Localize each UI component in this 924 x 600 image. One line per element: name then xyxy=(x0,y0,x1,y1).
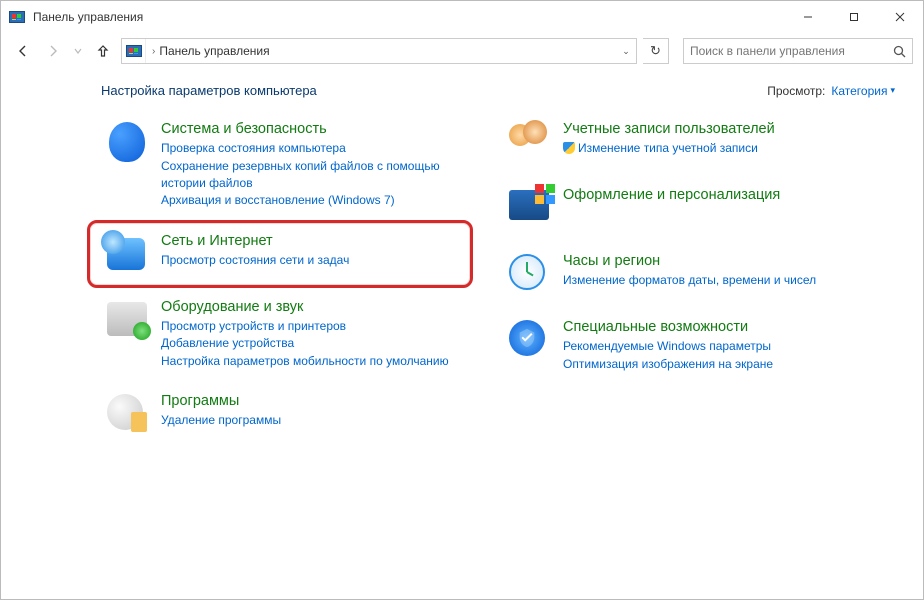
view-by-label: Просмотр: xyxy=(767,84,825,98)
category-link[interactable]: Просмотр состояния сети и задач xyxy=(161,252,349,269)
category-title[interactable]: Учетные записи пользователей xyxy=(563,120,775,138)
category-title[interactable]: Система и безопасность xyxy=(161,120,487,138)
category-text: Учетные записи пользователей Изменение ти… xyxy=(563,120,775,164)
category-right-3: Специальные возможности Рекомендуемые Win… xyxy=(503,314,895,377)
category-left-1: Сеть и Интернет Просмотр состояния сети и… xyxy=(101,228,493,280)
search-input[interactable] xyxy=(684,44,886,58)
forward-button[interactable] xyxy=(41,39,65,63)
category-link[interactable]: Проверка состояния компьютера xyxy=(161,140,487,157)
category-text: Часы и регион Изменение форматов даты, вр… xyxy=(563,252,816,296)
window: Панель управления xyxy=(0,0,924,600)
category-left-3: Программы Удаление программы xyxy=(101,388,493,440)
category-right-0: Учетные записи пользователей Изменение ти… xyxy=(503,116,895,168)
page-heading: Настройка параметров компьютера xyxy=(101,83,767,98)
category-link[interactable]: Сохранение резервных копий файлов с помо… xyxy=(161,158,487,193)
address-dropdown[interactable]: ⌄ xyxy=(616,46,636,57)
refresh-button[interactable]: ↻ xyxy=(643,38,669,64)
category-right-1: Оформление и персонализация xyxy=(503,182,895,234)
address-icon xyxy=(122,39,146,63)
minimize-button[interactable] xyxy=(785,1,831,33)
category-link[interactable]: Оптимизация изображения на экране xyxy=(563,356,773,373)
right-column: Учетные записи пользователей Изменение ти… xyxy=(503,116,895,454)
category-right-2: Часы и регион Изменение форматов даты, вр… xyxy=(503,248,895,300)
maximize-button[interactable] xyxy=(831,1,877,33)
breadcrumb-root[interactable]: Панель управления xyxy=(159,44,269,58)
window-title: Панель управления xyxy=(33,10,785,24)
toolbar: › Панель управления ⌄ ↻ xyxy=(1,33,923,69)
back-button[interactable] xyxy=(11,39,35,63)
category-link[interactable]: Изменение форматов даты, времени и чисел xyxy=(563,272,816,289)
address-bar[interactable]: › Панель управления ⌄ xyxy=(121,38,637,64)
net-icon[interactable] xyxy=(107,232,151,276)
category-title[interactable]: Специальные возможности xyxy=(563,318,773,336)
category-link[interactable]: Изменение типа учетной записи xyxy=(563,140,775,157)
category-title[interactable]: Часы и регион xyxy=(563,252,816,270)
titlebar: Панель управления xyxy=(1,1,923,33)
clock-icon[interactable] xyxy=(509,252,553,296)
category-left-2: Оборудование и звук Просмотр устройств и … xyxy=(101,294,493,374)
category-text: Система и безопасность Проверка состояния… xyxy=(161,120,487,210)
users-icon[interactable] xyxy=(509,120,553,164)
breadcrumb[interactable]: › Панель управления xyxy=(146,44,616,58)
category-title[interactable]: Сеть и Интернет xyxy=(161,232,349,250)
pers-icon[interactable] xyxy=(509,186,553,230)
category-link[interactable]: Добавление устройства xyxy=(161,335,449,352)
recent-dropdown[interactable] xyxy=(71,39,85,63)
category-text: Оборудование и звук Просмотр устройств и … xyxy=(161,298,449,370)
category-columns: Система и безопасность Проверка состояния… xyxy=(101,116,895,454)
category-link[interactable]: Рекомендуемые Windows параметры xyxy=(563,338,773,355)
view-by: Просмотр: Категория xyxy=(767,84,895,98)
view-by-dropdown[interactable]: Категория xyxy=(831,84,895,98)
category-text: Сеть и Интернет Просмотр состояния сети и… xyxy=(161,232,349,276)
category-link[interactable]: Просмотр устройств и принтеров xyxy=(161,318,449,335)
search-icon[interactable] xyxy=(886,45,912,58)
control-panel-icon xyxy=(9,9,25,25)
category-text: Оформление и персонализация xyxy=(563,186,780,230)
category-text: Программы Удаление программы xyxy=(161,392,281,436)
category-title[interactable]: Оформление и персонализация xyxy=(563,186,780,204)
close-button[interactable] xyxy=(877,1,923,33)
category-link[interactable]: Настройка параметров мобильности по умол… xyxy=(161,353,449,370)
search-box[interactable] xyxy=(683,38,913,64)
category-link[interactable]: Удаление программы xyxy=(161,412,281,429)
category-text: Специальные возможности Рекомендуемые Win… xyxy=(563,318,773,373)
category-title[interactable]: Оборудование и звук xyxy=(161,298,449,316)
content-header: Настройка параметров компьютера Просмотр… xyxy=(101,83,895,98)
category-link[interactable]: Архивация и восстановление (Windows 7) xyxy=(161,192,487,209)
breadcrumb-sep-icon: › xyxy=(152,46,155,57)
category-left-0: Система и безопасность Проверка состояния… xyxy=(101,116,493,214)
acc-icon[interactable] xyxy=(509,318,553,362)
hw-icon[interactable] xyxy=(107,298,151,342)
content-area: Настройка параметров компьютера Просмотр… xyxy=(1,71,923,599)
shield-icon[interactable] xyxy=(107,120,151,164)
up-button[interactable] xyxy=(91,39,115,63)
prog-icon[interactable] xyxy=(107,392,151,436)
category-title[interactable]: Программы xyxy=(161,392,281,410)
uac-shield-icon xyxy=(563,142,575,154)
window-buttons xyxy=(785,1,923,33)
left-column: Система и безопасность Проверка состояния… xyxy=(101,116,493,454)
